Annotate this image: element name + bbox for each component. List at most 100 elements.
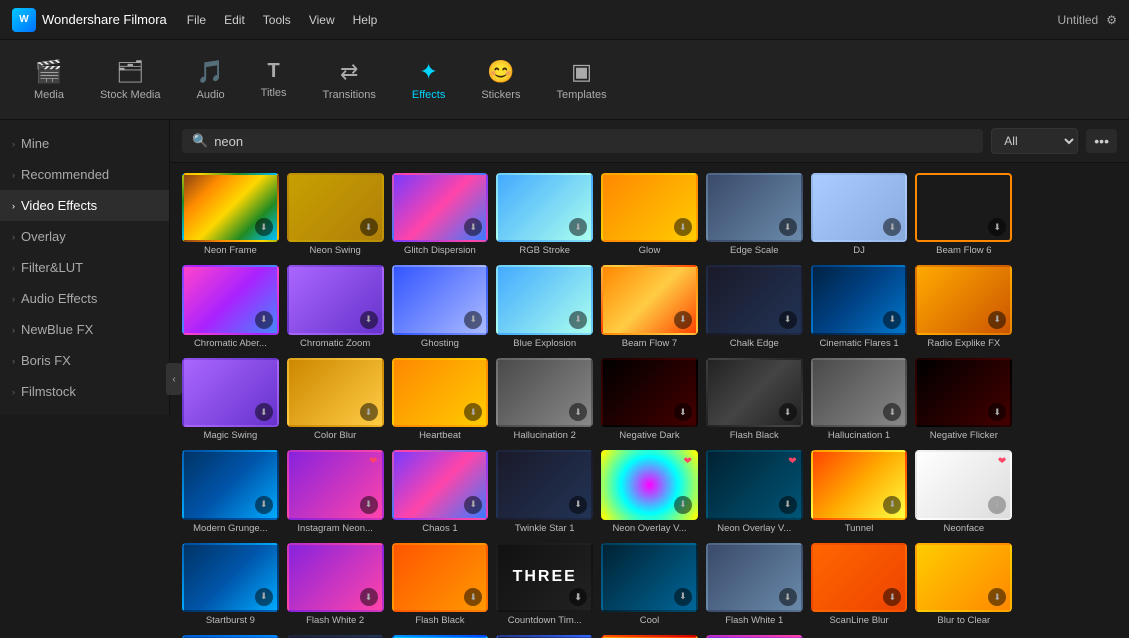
download-icon[interactable]: ⬇ [255, 218, 273, 236]
download-icon[interactable]: ⬇ [360, 496, 378, 514]
effect-neon-swing[interactable]: ⬇ Neon Swing [287, 173, 384, 257]
download-icon[interactable]: ⬇ [360, 218, 378, 236]
download-icon[interactable]: ⬇ [674, 496, 692, 514]
download-icon[interactable]: ⬇ [988, 588, 1006, 606]
effect-flash-white-1[interactable]: ⬇ Flash White 1 [706, 543, 803, 627]
menu-help[interactable]: Help [353, 13, 378, 27]
sidebar-item-recommended[interactable]: › Recommended [0, 159, 169, 190]
download-icon[interactable]: ⬇ [464, 588, 482, 606]
download-icon[interactable]: ⬇ [360, 403, 378, 421]
sidebar-item-video-effects[interactable]: › Video Effects [0, 190, 169, 221]
effect-neon-frame[interactable]: ⬇ Neon Frame [182, 173, 279, 257]
effect-glow[interactable]: ⬇ Glow [601, 173, 698, 257]
toolbar-transitions[interactable]: ⇄ Transitions [305, 53, 394, 107]
effect-ghosting[interactable]: ⬇ Ghosting [392, 265, 489, 349]
toolbar-templates[interactable]: ▣ Templates [538, 53, 624, 107]
toolbar-stickers[interactable]: 😊 Stickers [463, 53, 538, 107]
download-icon[interactable]: ⬇ [988, 311, 1006, 329]
download-icon[interactable]: ⬇ [883, 496, 901, 514]
effect-color-blur[interactable]: ⬇ Color Blur [287, 358, 384, 442]
effect-neonface[interactable]: ❤ ⬇ Neonface [915, 450, 1012, 534]
effect-rgb-stroke[interactable]: ⬇ RGB Stroke [496, 173, 593, 257]
sidebar-item-filmstock[interactable]: › Filmstock [0, 376, 169, 407]
effect-cool[interactable]: ⬇ Cool [601, 543, 698, 627]
effect-flash-black-1[interactable]: ⬇ Flash Black [706, 358, 803, 442]
effect-flash-black-2[interactable]: ⬇ Flash Black [392, 543, 489, 627]
download-icon[interactable]: ⬇ [883, 311, 901, 329]
download-icon[interactable]: ⬇ [779, 311, 797, 329]
sidebar-item-overlay[interactable]: › Overlay [0, 221, 169, 252]
sidebar-item-boris-fx[interactable]: › Boris FX [0, 345, 169, 376]
effect-hallucination-2[interactable]: ⬇ Hallucination 2 [496, 358, 593, 442]
effect-neon-overlay-v2[interactable]: ❤ ⬇ Neon Overlay V... [706, 450, 803, 534]
menu-tools[interactable]: Tools [263, 13, 291, 27]
download-icon[interactable]: ⬇ [779, 588, 797, 606]
download-icon[interactable]: ⬇ [255, 588, 273, 606]
download-icon[interactable]: ⬇ [674, 403, 692, 421]
download-icon[interactable]: ⬇ [569, 588, 587, 606]
effect-heartbeat[interactable]: ⬇ Heartbeat [392, 358, 489, 442]
toolbar-media[interactable]: 🎬 Media [16, 53, 82, 107]
download-icon[interactable]: ⬇ [255, 496, 273, 514]
effect-modern-grunge[interactable]: ⬇ Modern Grunge... [182, 450, 279, 534]
download-icon[interactable]: ⬇ [360, 588, 378, 606]
settings-icon[interactable]: ⚙ [1106, 13, 1117, 27]
download-icon[interactable]: ⬇ [569, 403, 587, 421]
download-icon[interactable]: ⬇ [988, 496, 1006, 514]
download-icon[interactable]: ⬇ [464, 218, 482, 236]
sidebar-item-mine[interactable]: › Mine [0, 128, 169, 159]
effect-chromatic-zoom[interactable]: ⬇ Chromatic Zoom [287, 265, 384, 349]
sidebar-item-newblue-fx[interactable]: › NewBlue FX [0, 314, 169, 345]
download-icon[interactable]: ⬇ [674, 218, 692, 236]
toolbar-audio[interactable]: 🎵 Audio [179, 53, 243, 107]
sidebar-item-filter-lut[interactable]: › Filter&LUT [0, 252, 169, 283]
effect-dj[interactable]: ⬇ DJ [811, 173, 908, 257]
toolbar-titles[interactable]: T Titles [243, 54, 305, 105]
download-icon[interactable]: ⬇ [255, 403, 273, 421]
download-icon[interactable]: ⬇ [988, 403, 1006, 421]
download-icon[interactable]: ⬇ [569, 496, 587, 514]
effect-chalk-edge[interactable]: ⬇ Chalk Edge [706, 265, 803, 349]
toolbar-effects[interactable]: ✦ Effects [394, 53, 463, 107]
effect-beam-flow-6[interactable]: ⬇ Beam Flow 6 [915, 173, 1012, 257]
effect-radio-explike[interactable]: ⬇ Radio Explike FX [915, 265, 1012, 349]
effect-instagram-neon[interactable]: ❤ ⬇ Instagram Neon... [287, 450, 384, 534]
effect-flash-white-2[interactable]: ⬇ Flash White 2 [287, 543, 384, 627]
effect-chaos-1[interactable]: ⬇ Chaos 1 [392, 450, 489, 534]
effect-negative-flicker[interactable]: ⬇ Negative Flicker [915, 358, 1012, 442]
download-icon[interactable]: ⬇ [255, 311, 273, 329]
download-icon[interactable]: ⬇ [674, 588, 692, 606]
effect-beam-flow-7[interactable]: ⬇ Beam Flow 7 [601, 265, 698, 349]
sidebar-item-audio-effects[interactable]: › Audio Effects [0, 283, 169, 314]
effect-hallucination-1[interactable]: ⬇ Hallucination 1 [811, 358, 908, 442]
download-icon[interactable]: ⬇ [779, 218, 797, 236]
effect-edge-scale[interactable]: ⬇ Edge Scale [706, 173, 803, 257]
effect-scanline-blur[interactable]: ⬇ ScanLine Blur [811, 543, 908, 627]
menu-edit[interactable]: Edit [224, 13, 245, 27]
effect-blur-to-clear[interactable]: ⬇ Blur to Clear [915, 543, 1012, 627]
download-icon[interactable]: ⬇ [569, 218, 587, 236]
effect-blue-explosion[interactable]: ⬇ Blue Explosion [496, 265, 593, 349]
download-icon[interactable]: ⬇ [569, 311, 587, 329]
download-icon[interactable]: ⬇ [883, 403, 901, 421]
download-icon[interactable]: ⬇ [779, 496, 797, 514]
filter-dropdown[interactable]: All Free Premium [991, 128, 1078, 154]
sidebar-collapse-button[interactable]: ‹ [166, 363, 182, 395]
effect-tunnel[interactable]: ⬇ Tunnel [811, 450, 908, 534]
download-icon[interactable]: ⬇ [464, 496, 482, 514]
effect-chromatic-ab[interactable]: ⬇ Chromatic Aber... [182, 265, 279, 349]
effect-twinkle-star-1[interactable]: ⬇ Twinkle Star 1 [496, 450, 593, 534]
download-icon[interactable]: ⬇ [883, 218, 901, 236]
effect-negative-dark[interactable]: ⬇ Negative Dark [601, 358, 698, 442]
menu-view[interactable]: View [309, 13, 335, 27]
toolbar-stock-media[interactable]: 🗂 Stock Media [82, 53, 179, 107]
download-icon[interactable]: ⬇ [883, 588, 901, 606]
download-icon[interactable]: ⬇ [674, 311, 692, 329]
effect-cinematic-flares[interactable]: ⬇ Cinematic Flares 1 [811, 265, 908, 349]
download-icon[interactable]: ⬇ [464, 311, 482, 329]
effect-startburst-9[interactable]: ⬇ Startburst 9 [182, 543, 279, 627]
effect-magic-swing[interactable]: ⬇ Magic Swing [182, 358, 279, 442]
download-icon[interactable]: ⬇ [779, 403, 797, 421]
more-options-button[interactable]: ••• [1086, 129, 1117, 153]
download-icon[interactable]: ⬇ [464, 403, 482, 421]
